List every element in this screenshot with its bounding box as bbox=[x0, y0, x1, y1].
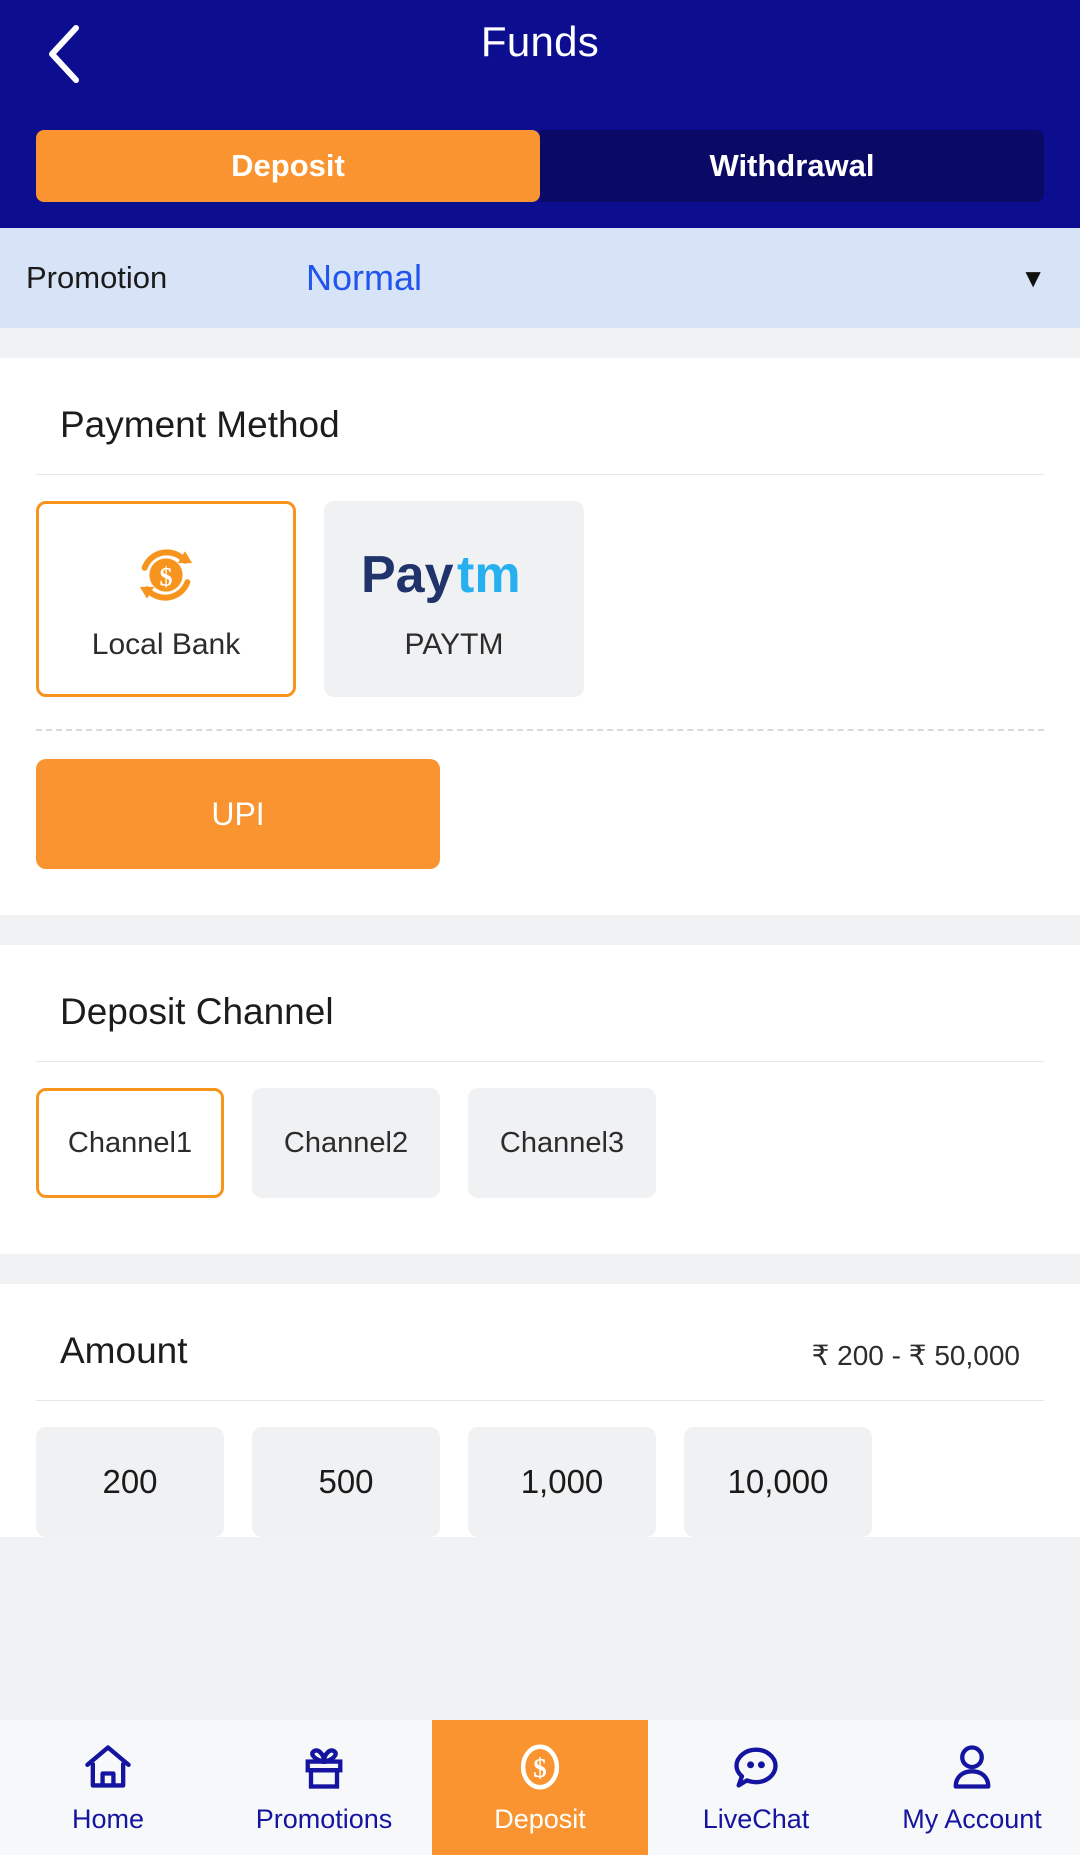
upi-button[interactable]: UPI bbox=[36, 759, 440, 869]
svg-text:$: $ bbox=[533, 1753, 547, 1783]
payment-method-options: $ Local Bank Pay tm PAYTM bbox=[36, 475, 1044, 697]
upi-row: UPI bbox=[36, 731, 1044, 915]
home-icon bbox=[82, 1740, 134, 1794]
payment-option-label: Local Bank bbox=[91, 628, 241, 661]
svg-text:$: $ bbox=[159, 563, 172, 592]
nav-item-deposit[interactable]: $ Deposit bbox=[432, 1720, 648, 1855]
promotion-selector[interactable]: Promotion Normal ▼ bbox=[0, 228, 1080, 328]
channel-label: Channel3 bbox=[499, 1126, 625, 1159]
nav-label: Home bbox=[71, 1804, 145, 1834]
user-icon bbox=[946, 1740, 998, 1794]
payment-method-section: Payment Method $ Local Bank Pay tm PAYTM… bbox=[0, 358, 1080, 915]
section-gap bbox=[0, 915, 1080, 945]
section-gap bbox=[0, 1254, 1080, 1284]
amount-range: ₹ 200 - ₹ 50,000 bbox=[811, 1340, 1020, 1371]
app-header: Funds Deposit Withdrawal bbox=[0, 0, 1080, 228]
payment-option-label: PAYTM bbox=[404, 628, 504, 661]
amount-preset-label: 10,000 bbox=[727, 1463, 829, 1500]
deposit-channel-section: Deposit Channel Channel1 Channel2 Channe… bbox=[0, 945, 1080, 1254]
payment-method-title: Payment Method bbox=[60, 404, 340, 445]
amount-preset-200[interactable]: 200 bbox=[36, 1427, 224, 1537]
channel-label: Channel2 bbox=[283, 1126, 409, 1159]
gift-icon bbox=[298, 1740, 350, 1794]
tab-withdrawal[interactable]: Withdrawal bbox=[540, 130, 1044, 202]
funds-tab-bar: Deposit Withdrawal bbox=[36, 130, 1044, 202]
amount-preset-1000[interactable]: 1,000 bbox=[468, 1427, 656, 1537]
nav-label: My Account bbox=[902, 1804, 1042, 1834]
payment-option-paytm[interactable]: Pay tm PAYTM bbox=[324, 501, 584, 697]
channel-label: Channel1 bbox=[67, 1126, 193, 1159]
chat-bubble-icon bbox=[730, 1740, 782, 1794]
tab-withdrawal-label: Withdrawal bbox=[709, 148, 875, 183]
refresh-dollar-coin-icon: $ bbox=[128, 536, 204, 614]
svg-text:tm: tm bbox=[457, 546, 521, 604]
paytm-logo-icon: Pay tm bbox=[359, 536, 549, 614]
payment-option-local-bank[interactable]: $ Local Bank bbox=[36, 501, 296, 697]
section-gap bbox=[0, 328, 1080, 358]
channel-option-2[interactable]: Channel2 bbox=[252, 1088, 440, 1198]
header-top-bar: Funds bbox=[0, 0, 1080, 110]
channel-option-1[interactable]: Channel1 bbox=[36, 1088, 224, 1198]
tab-deposit[interactable]: Deposit bbox=[36, 130, 540, 202]
channel-option-3[interactable]: Channel3 bbox=[468, 1088, 656, 1198]
amount-preset-10000[interactable]: 10,000 bbox=[684, 1427, 872, 1537]
nav-item-home[interactable]: Home bbox=[0, 1720, 216, 1855]
amount-preset-label: 1,000 bbox=[520, 1463, 604, 1500]
nav-label: LiveChat bbox=[702, 1804, 810, 1834]
amount-title: Amount bbox=[60, 1330, 188, 1371]
dollar-coin-icon: $ bbox=[513, 1740, 567, 1794]
promotion-value: Normal bbox=[306, 257, 423, 298]
promotion-label: Promotion bbox=[26, 260, 168, 295]
deposit-channel-options: Channel1 Channel2 Channel3 bbox=[36, 1062, 1044, 1254]
chevron-down-icon[interactable]: ▼ bbox=[1020, 263, 1054, 294]
amount-header: Amount ₹ 200 - ₹ 50,000 bbox=[36, 1284, 1044, 1400]
amount-preset-label: 200 bbox=[102, 1463, 158, 1500]
svg-text:Pay: Pay bbox=[361, 546, 454, 604]
nav-label: Promotions bbox=[255, 1804, 393, 1834]
deposit-channel-title: Deposit Channel bbox=[60, 991, 334, 1032]
upi-button-label: UPI bbox=[211, 795, 265, 832]
amount-section: Amount ₹ 200 - ₹ 50,000 200 500 1,000 10… bbox=[0, 1284, 1080, 1537]
page-title: Funds bbox=[480, 18, 600, 65]
amount-preset-label: 500 bbox=[318, 1463, 374, 1500]
bottom-navigation-bar: Home Promotions $ Deposit LiveChat My Ac… bbox=[0, 1720, 1080, 1855]
app-screen: Funds Deposit Withdrawal Promotion Norma… bbox=[0, 0, 1080, 1855]
nav-item-my-account[interactable]: My Account bbox=[864, 1720, 1080, 1855]
tab-deposit-label: Deposit bbox=[231, 148, 345, 183]
amount-presets: 200 500 1,000 10,000 bbox=[36, 1401, 1044, 1537]
nav-label: Deposit bbox=[494, 1804, 586, 1834]
amount-preset-500[interactable]: 500 bbox=[252, 1427, 440, 1537]
nav-item-promotions[interactable]: Promotions bbox=[216, 1720, 432, 1855]
nav-item-livechat[interactable]: LiveChat bbox=[648, 1720, 864, 1855]
